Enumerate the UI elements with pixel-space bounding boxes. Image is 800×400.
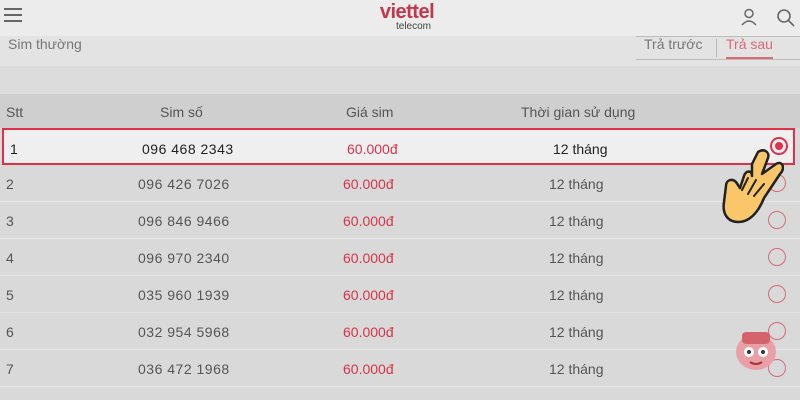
row-duration: 12 tháng — [549, 324, 604, 340]
filter-bar: Sim thường Trả trước Trả sau — [0, 36, 800, 66]
row-price: 60.000đ — [343, 213, 394, 229]
payment-type-tabs: Trả trước Trả sau — [636, 36, 800, 60]
row-sim-number: 096 846 9466 — [138, 213, 230, 229]
row-stt: 7 — [6, 361, 14, 377]
row-sim-number: 096 426 7026 — [138, 176, 230, 192]
row-sim-number: 032 954 5968 — [138, 324, 230, 340]
header-price: Giá sim — [346, 104, 394, 120]
row-duration: 12 tháng — [549, 176, 604, 192]
row-stt: 6 — [6, 324, 14, 340]
header-stt: Stt — [6, 104, 24, 120]
top-header: viettel telecom — [0, 0, 800, 36]
hand-pointer-icon — [722, 149, 784, 224]
tab-postpaid[interactable]: Trả sau — [726, 37, 773, 59]
row-sim-number: 036 472 1968 — [138, 361, 230, 377]
row-stt: 1 — [10, 141, 18, 157]
row-price: 60.000đ — [347, 141, 398, 157]
tab-divider — [716, 39, 717, 57]
row-sim-number: 096 468 2343 — [142, 141, 234, 157]
row-duration: 12 tháng — [549, 287, 604, 303]
header-duration: Thời gian sử dụng — [521, 104, 636, 120]
row-duration: 12 tháng — [553, 141, 608, 157]
sim-category-label[interactable]: Sim thường — [8, 36, 82, 52]
row-price: 60.000đ — [343, 287, 394, 303]
table-row[interactable]: 6 032 954 5968 60.000đ 12 tháng — [0, 313, 800, 350]
row-duration: 12 tháng — [549, 250, 604, 266]
row-stt: 4 — [6, 250, 14, 266]
table-row[interactable]: 5 035 960 1939 60.000đ 12 tháng — [0, 276, 800, 313]
row-price: 60.000đ — [343, 324, 394, 340]
row-sim-number: 096 970 2340 — [138, 250, 230, 266]
search-icon[interactable] — [776, 8, 796, 28]
table-row[interactable]: 1 096 468 2343 60.000đ 12 tháng — [2, 128, 795, 165]
logo-main-text: viettel — [379, 1, 435, 23]
row-price: 60.000đ — [343, 250, 394, 266]
row-price: 60.000đ — [343, 361, 394, 377]
row-stt: 2 — [6, 176, 14, 192]
logo-sub-text: telecom — [396, 21, 432, 32]
row-stt: 3 — [6, 213, 14, 229]
tab-prepaid[interactable]: Trả trước — [644, 37, 702, 59]
select-radio-button[interactable] — [768, 285, 786, 303]
table-row[interactable]: 7 036 472 1968 60.000đ 12 tháng — [0, 350, 800, 387]
row-sim-number: 035 960 1939 — [138, 287, 230, 303]
row-stt: 5 — [6, 287, 14, 303]
menu-icon[interactable] — [4, 8, 22, 24]
row-duration: 12 tháng — [549, 213, 604, 229]
header-sim-number: Sim số — [160, 104, 203, 120]
table-row[interactable]: 4 096 970 2340 60.000đ 12 tháng — [0, 239, 800, 276]
user-icon[interactable] — [740, 8, 758, 26]
table-row[interactable]: 3 096 846 9466 60.000đ 12 tháng — [0, 202, 800, 239]
select-radio-button[interactable] — [768, 248, 786, 266]
table-row[interactable]: 2 096 426 7026 60.000đ 12 tháng — [0, 165, 800, 202]
row-duration: 12 tháng — [549, 361, 604, 377]
viettel-logo[interactable]: viettel telecom — [362, 2, 452, 32]
row-price: 60.000đ — [343, 176, 394, 192]
chat-mascot-icon[interactable] — [732, 326, 780, 372]
spacer — [0, 66, 800, 94]
table-header: Stt Sim số Giá sim Thời gian sử dụng — [0, 94, 800, 128]
